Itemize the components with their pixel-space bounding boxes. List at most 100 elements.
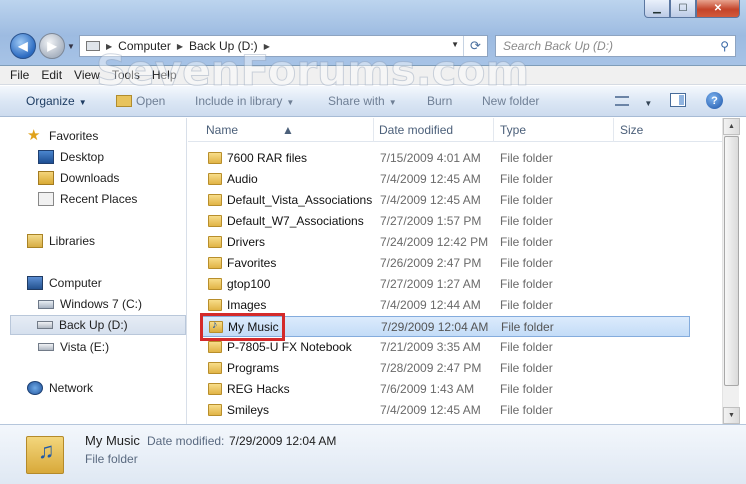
nav-desktop[interactable]: Desktop xyxy=(38,147,104,167)
breadcrumb-separator-icon[interactable]: ▶ xyxy=(264,42,270,51)
folder-icon xyxy=(208,362,222,374)
nav-downloads[interactable]: Downloads xyxy=(38,168,119,188)
nav-libraries[interactable]: Libraries xyxy=(27,231,95,251)
menu-view[interactable]: View xyxy=(74,68,100,82)
folder-icon xyxy=(208,341,222,353)
address-dropdown-icon[interactable]: ▼ xyxy=(451,40,459,49)
menu-tools[interactable]: Tools xyxy=(112,68,140,82)
folder-icon xyxy=(208,236,222,248)
maximize-button[interactable]: ☐ xyxy=(670,0,696,18)
breadcrumb-separator-icon[interactable]: ▶ xyxy=(177,42,183,51)
include-in-library-button[interactable]: Include in library ▼ xyxy=(195,94,294,108)
nav-computer[interactable]: Computer xyxy=(27,273,102,293)
file-row[interactable]: 7600 RAR files 7/15/2009 4:01 AM File fold… xyxy=(202,148,690,169)
folder-icon xyxy=(208,173,222,185)
caption-buttons: ▁ ☐ ✕ xyxy=(644,0,740,18)
folder-icon xyxy=(208,299,222,311)
file-row[interactable]: Audio 7/4/2009 12:45 AM File folder xyxy=(202,169,690,190)
file-row[interactable]: Drivers 7/24/2009 12:42 PM File folder xyxy=(202,232,690,253)
column-size[interactable]: Size xyxy=(620,123,643,137)
new-folder-button[interactable]: New folder xyxy=(482,94,539,108)
folder-icon xyxy=(208,383,222,395)
vertical-scrollbar[interactable]: ▲ ▼ xyxy=(722,118,740,424)
column-header: ▲ Name Date modified Type Size xyxy=(188,118,722,142)
folder-icon xyxy=(208,152,222,164)
file-row[interactable]: REG Hacks 7/6/2009 1:43 AM File folder xyxy=(202,379,690,400)
details-date-value: 7/29/2009 12:04 AM xyxy=(229,434,337,448)
file-list: ▲ Name Date modified Type Size 7600 RAR … xyxy=(188,118,722,424)
close-button[interactable]: ✕ xyxy=(696,0,740,18)
organize-button[interactable]: Organize ▼ xyxy=(26,94,87,108)
minimize-button[interactable]: ▁ xyxy=(644,0,670,18)
folder-icon xyxy=(208,278,222,290)
refresh-button[interactable]: ⟳ xyxy=(463,36,487,56)
chevron-down-icon: ▼ xyxy=(388,98,397,107)
details-item-type: File folder xyxy=(85,452,138,466)
menu-edit[interactable]: Edit xyxy=(41,68,62,82)
details-date-label: Date modified: xyxy=(147,434,225,448)
scroll-up-button[interactable]: ▲ xyxy=(723,118,740,135)
menu-help[interactable]: Help xyxy=(152,68,177,82)
help-button[interactable]: ? xyxy=(706,92,723,109)
file-row[interactable]: gtop100 7/27/2009 1:27 AM File folder xyxy=(202,274,690,295)
details-item-name: My Music xyxy=(85,433,140,448)
address-bar[interactable]: ▶ Computer ▶ Back Up (D:) ▶ ▼ ⟳ xyxy=(79,35,488,57)
explorer-window: ▁ ☐ ✕ ◀ ▶ ▼ ▶ Computer ▶ Back Up (D:) ▶ … xyxy=(0,0,746,484)
search-placeholder: Search Back Up (D:) xyxy=(503,39,614,53)
drive-icon xyxy=(38,343,54,351)
forward-arrow-icon: ▶ xyxy=(47,39,57,53)
file-row[interactable]: Favorites 7/26/2009 2:47 PM File folder xyxy=(202,253,690,274)
chevron-down-icon: ▼ xyxy=(286,98,295,107)
details-pane: ♫ My Music Date modified: 7/29/2009 12:0… xyxy=(0,424,746,484)
column-divider[interactable] xyxy=(613,118,614,142)
file-row[interactable]: Default_Vista_Associations 7/4/2009 12:45… xyxy=(202,190,690,211)
column-divider[interactable] xyxy=(373,118,374,142)
file-row[interactable]: Programs 7/28/2009 2:47 PM File folder xyxy=(202,358,690,379)
search-input[interactable]: Search Back Up (D:) ⚲ xyxy=(495,35,736,57)
burn-button[interactable]: Burn xyxy=(427,94,452,108)
drive-icon xyxy=(37,321,53,329)
nav-backup-drive[interactable]: Back Up (D:) xyxy=(10,315,186,335)
column-name[interactable]: Name xyxy=(206,123,238,137)
back-button[interactable]: ◀ xyxy=(10,33,36,59)
chevron-down-icon: ▼ xyxy=(78,98,87,107)
navigation-pane: ★ Favorites Desktop Downloads Recent Plac… xyxy=(0,118,187,424)
column-divider[interactable] xyxy=(493,118,494,142)
folder-icon xyxy=(208,257,222,269)
file-row[interactable]: Default_W7_Associations 7/27/2009 1:57 PM… xyxy=(202,211,690,232)
column-type[interactable]: Type xyxy=(500,123,526,137)
scroll-down-button[interactable]: ▼ xyxy=(723,407,740,424)
windows-drive-icon xyxy=(38,299,54,309)
breadcrumb-computer[interactable]: Computer xyxy=(118,39,171,53)
folder-icon xyxy=(208,404,222,416)
sort-ascending-icon: ▲ xyxy=(282,123,294,137)
open-button[interactable]: Open xyxy=(116,94,165,108)
menu-bar: File Edit View Tools Help xyxy=(0,66,746,85)
nav-windows7-drive[interactable]: Windows 7 (C:) xyxy=(38,294,142,314)
breadcrumb-separator-icon[interactable]: ▶ xyxy=(106,42,112,51)
folder-icon xyxy=(208,215,222,227)
computer-icon xyxy=(27,276,43,290)
music-folder-icon: ♫ xyxy=(24,432,66,476)
column-date-modified[interactable]: Date modified xyxy=(379,123,453,137)
search-icon[interactable]: ⚲ xyxy=(720,39,729,53)
breadcrumb-backup-drive[interactable]: Back Up (D:) xyxy=(189,39,258,53)
recent-places-icon xyxy=(38,192,54,206)
menu-file[interactable]: File xyxy=(10,68,29,82)
downloads-icon xyxy=(38,171,54,185)
scroll-thumb[interactable] xyxy=(724,136,739,386)
network-icon xyxy=(27,381,43,395)
change-view-button[interactable]: ▼ xyxy=(615,95,652,109)
preview-pane-button[interactable] xyxy=(670,93,686,107)
nav-vista-drive[interactable]: Vista (E:) xyxy=(38,337,109,357)
nav-network[interactable]: Network xyxy=(27,378,93,398)
recent-pages-dropdown-icon[interactable]: ▼ xyxy=(67,42,75,51)
chevron-down-icon: ▼ xyxy=(644,99,653,108)
file-row[interactable]: Smileys 7/4/2009 12:45 AM File folder xyxy=(202,400,690,421)
forward-button[interactable]: ▶ xyxy=(39,33,65,59)
nav-favorites[interactable]: ★ Favorites xyxy=(27,126,98,146)
share-with-button[interactable]: Share with ▼ xyxy=(328,94,397,108)
details-view-icon xyxy=(615,96,629,106)
nav-recent-places[interactable]: Recent Places xyxy=(38,189,137,209)
libraries-icon xyxy=(27,234,43,248)
